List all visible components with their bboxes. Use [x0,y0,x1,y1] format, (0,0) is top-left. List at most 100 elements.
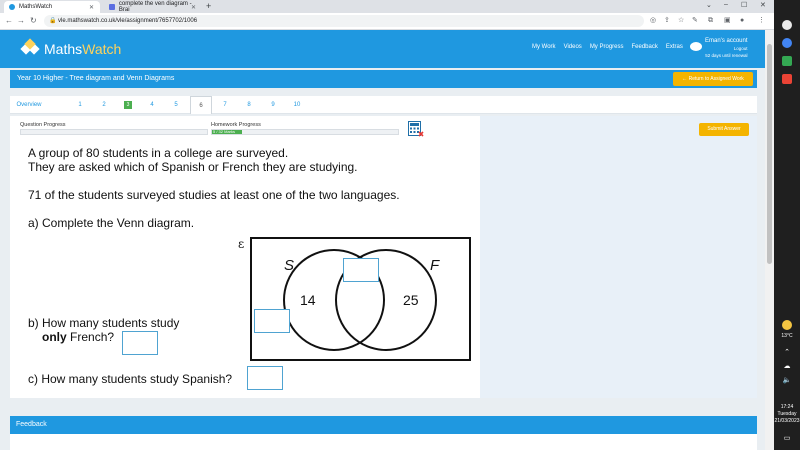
submit-answer-button[interactable]: Submit Answer [699,123,749,136]
chrome-icon[interactable] [782,38,792,48]
notification-icon[interactable]: ▭ [774,435,800,442]
weather-icon[interactable] [782,320,792,330]
bookmark-star-icon[interactable]: ☆ [678,16,684,26]
tab-question-4[interactable]: 4 [142,96,162,114]
url-text: vle.mathswatch.co.uk/vle/assignment/7657… [58,18,198,24]
browser-tab-bar: MathsWatch ✕ complete the ven diagram - … [0,0,774,13]
browser-tab-label: MathsWatch [19,4,53,10]
forward-arrow-icon[interactable]: → [17,16,25,26]
chevron-up-icon[interactable]: ⌃ [774,349,800,356]
minimize-icon[interactable]: – [724,1,728,8]
new-tab-button[interactable]: + [206,1,211,12]
back-arrow-icon[interactable]: ← [5,16,13,26]
browser-tab-mathswatch[interactable]: MathsWatch ✕ [4,1,100,13]
homework-progress-bar: 5 / 32 Marks [211,129,399,135]
renewal-text: 52 days until renewal [705,53,748,58]
question-part-c: c) How many students study Spanish? [28,372,233,386]
reload-icon[interactable]: ↻ [30,16,37,26]
scrollbar-thumb[interactable] [767,44,772,264]
completed-badge: 3 [124,101,132,109]
page-body: MathsWatch My Work Videos My Progress Fe… [0,30,774,450]
set-f-label: F [430,257,440,274]
set-s-label: S [284,257,294,274]
clock-day: Tuesday [777,411,797,417]
google-lens-icon[interactable]: ◎ [650,16,656,26]
page-scrollbar[interactable] [765,30,774,450]
browser-address-bar: ← → ↻ 🔒 vle.mathswatch.co.uk/vle/assignm… [0,13,774,30]
maximize-icon[interactable]: ☐ [741,1,747,9]
close-tab-icon[interactable]: ✕ [89,4,94,11]
assignment-title: Year 10 Higher - Tree diagram and Venn D… [17,75,175,82]
main-nav: My Work Videos My Progress Feedback Extr… [532,44,683,50]
question-part-b-line-2: only French? [42,330,114,344]
tab-question-10[interactable]: 10 [287,96,307,114]
question-intro-line-3: 71 of the students surveyed studies at l… [28,188,400,202]
part-b-french: French? [70,330,115,344]
extensions-icon[interactable]: ✎ [692,16,698,26]
chevron-down-icon[interactable]: ⌄ [706,1,712,9]
browser-tab-brainly[interactable]: complete the ven diagram - Brai ✕ [104,1,202,13]
logo-diamond-icon [20,38,40,59]
mathswatch-logo[interactable]: MathsWatch [20,38,122,59]
emphasis-only: only [42,330,67,344]
clock-time[interactable]: 17:24 [774,404,800,410]
feedback-title: Feedback [16,421,47,428]
browser-tab-label: complete the ven diagram - Brai [118,1,192,13]
volume-icon[interactable]: 🔈 [774,377,800,384]
answer-side-panel [480,116,757,398]
answer-b-input[interactable] [122,331,158,355]
question-intro-line-2: They are asked which of Spanish or Frenc… [28,160,358,174]
nav-my-work[interactable]: My Work [532,44,556,50]
account-menu[interactable]: Eman's account Logout 52 days until rene… [690,38,748,59]
return-to-assigned-work-button[interactable]: ← Return to Assigned Work [673,72,753,86]
url-input[interactable]: 🔒 vle.mathswatch.co.uk/vle/assignment/76… [44,15,644,27]
assignment-title-bar: Year 10 Higher - Tree diagram and Venn D… [10,70,757,88]
intersection-input[interactable] [343,258,379,282]
app-icon[interactable] [782,56,792,66]
puzzle-icon[interactable]: ⧉ [708,16,713,26]
homework-progress-label: Homework Progress [211,122,261,128]
sidebar-icon[interactable]: ▣ [724,16,731,26]
tab-question-3[interactable]: 3 [118,96,138,114]
windows-taskbar: 13°C ⌃ ☁ 🔈 17:24 Tuesday 21/03/2023 ▭ [774,0,800,450]
profile-icon[interactable]: ● [740,16,744,26]
mathswatch-favicon-icon [9,4,15,10]
tab-question-9[interactable]: 9 [263,96,283,114]
cloud-icon[interactable]: ☁ [774,363,800,370]
gmail-icon[interactable] [782,20,792,30]
menu-icon[interactable]: ⋮ [758,16,765,26]
question-progress-label: Question Progress [20,122,66,128]
tab-question-5[interactable]: 5 [166,96,186,114]
question-part-a: a) Complete the Venn diagram. [28,216,195,230]
share-icon[interactable]: ⇪ [664,16,670,26]
answer-c-input[interactable] [247,366,283,390]
question-part-b-line-1: b) How many students study [28,316,180,330]
universal-set-symbol: ε [238,237,244,251]
app-icon[interactable] [782,74,792,84]
nav-extras[interactable]: Extras [666,44,683,50]
nav-my-progress[interactable]: My Progress [590,44,624,50]
tab-overview[interactable]: Overview [16,96,42,114]
homework-progress-fill: 5 / 32 Marks [212,130,242,134]
question-intro-line-1: A group of 80 students in a college are … [28,146,289,160]
feedback-bar[interactable]: Feedback [10,416,757,434]
tab-question-6[interactable]: 6 [190,96,212,114]
account-name: Eman's account [705,38,748,44]
feedback-body [10,434,757,450]
question-progress-bar [20,129,208,135]
tab-question-7[interactable]: 7 [215,96,235,114]
tab-question-1[interactable]: 1 [70,96,90,114]
site-header: MathsWatch My Work Videos My Progress Fe… [0,30,774,68]
s-only-value: 14 [300,292,316,308]
close-tab-icon[interactable]: ✕ [191,4,196,11]
logo-text: MathsWatch [44,41,122,57]
f-only-value: 25 [403,292,419,308]
nav-videos[interactable]: Videos [564,44,582,50]
close-window-icon[interactable]: ✕ [760,1,766,9]
nav-feedback[interactable]: Feedback [632,44,658,50]
tab-question-2[interactable]: 2 [94,96,114,114]
venn-diagram: ε S F 14 25 [238,237,471,361]
tab-question-8[interactable]: 8 [239,96,259,114]
logout-link[interactable]: Logout [705,45,748,52]
outside-sets-input[interactable] [254,309,290,333]
